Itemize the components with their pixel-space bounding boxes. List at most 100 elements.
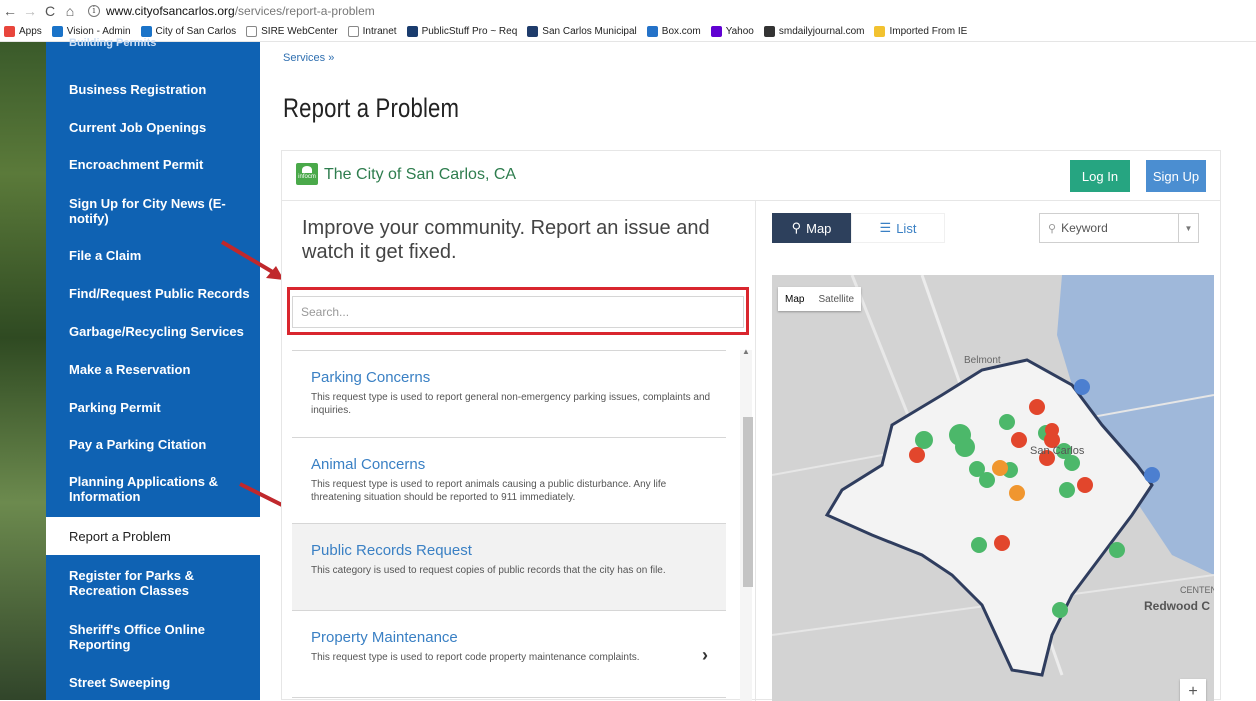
- chevron-right-icon: ›: [702, 645, 708, 665]
- category-description: This request type is used to report anim…: [311, 479, 667, 503]
- map-label-belmont: Belmont: [964, 355, 1001, 366]
- chevron-down-icon[interactable]: ▼: [1178, 214, 1198, 242]
- sidebar-item-label: Parking Permit: [69, 399, 161, 415]
- sidebar-item-current-job-openings[interactable]: Current Job Openings: [46, 117, 260, 137]
- reload-icon[interactable]: C: [40, 3, 60, 19]
- category-public-records-request[interactable]: Public Records Request This category is …: [292, 524, 726, 611]
- keyword-filter[interactable]: ⚲ Keyword ▼: [1039, 213, 1199, 243]
- bookmark-icon: [646, 26, 658, 37]
- sidebar-item-label: Building Permits: [69, 36, 157, 49]
- bookmark-item[interactable]: Box.com: [646, 26, 701, 37]
- sidebar-item-label: Report a Problem: [69, 528, 171, 544]
- bookmark-item[interactable]: PublicStuff Pro ~ Req: [406, 26, 518, 37]
- url-field[interactable]: i www.cityofsancarlos.org/services/repor…: [88, 4, 375, 18]
- sidebar-item-sheriff-reporting[interactable]: Sheriff's Office Online Reporting: [46, 620, 260, 654]
- report-widget: infocm The City of San Carlos, CA Log In…: [281, 150, 1221, 701]
- back-icon[interactable]: ←: [0, 3, 20, 19]
- bookmark-icon: [4, 26, 15, 37]
- sidebar-item-label: Make a Reservation: [69, 361, 191, 377]
- page-title: Report a Problem: [283, 93, 460, 123]
- sidebar-item-label: Garbage/Recycling Services: [69, 323, 244, 339]
- sidebar-item-label: Sign Up for City News (E-notify): [69, 196, 226, 226]
- bookmark-label: SIRE WebCenter: [261, 26, 338, 37]
- sidebar-item-encroachment-permit[interactable]: Encroachment Permit: [46, 154, 260, 174]
- info-icon[interactable]: i: [88, 5, 100, 17]
- breadcrumb[interactable]: Services »: [283, 52, 334, 64]
- bookmark-item[interactable]: San Carlos Municipal: [527, 26, 637, 37]
- sidebar-item-label: Planning Applications & Information: [69, 474, 219, 504]
- sidebar-item-enotify[interactable]: Sign Up for City News (E-notify): [46, 194, 260, 228]
- bookmark-icon: [527, 26, 539, 37]
- bookmark-item[interactable]: Intranet: [347, 26, 397, 37]
- annotation-arrow-search: [220, 240, 284, 280]
- scrollbar-thumb[interactable]: [743, 417, 753, 587]
- sidebar-item-building-permits[interactable]: Building Permits: [46, 36, 260, 50]
- category-description: This request type is used to report gene…: [311, 392, 711, 416]
- sidebar-item-planning-applications[interactable]: Planning Applications & Information: [46, 472, 260, 506]
- widget-header: infocm The City of San Carlos, CA Log In…: [282, 151, 1220, 201]
- bookmark-item[interactable]: Imported From IE: [874, 26, 967, 37]
- sidebar-item-pay-parking-citation[interactable]: Pay a Parking Citation: [46, 434, 260, 454]
- bookmark-icon: [347, 26, 359, 37]
- panel-divider: [755, 201, 756, 701]
- zoom-in-button[interactable]: +: [1180, 679, 1206, 701]
- map-marker-icon: ⚲: [791, 220, 802, 235]
- search-input[interactable]: Search...: [292, 296, 744, 328]
- category-title: Parking Concerns: [311, 369, 431, 386]
- sidebar-item-business-registration[interactable]: Business Registration: [46, 79, 260, 99]
- category-title: Public Records Request: [311, 542, 472, 559]
- sidebar-item-label: Street Sweeping: [69, 674, 171, 690]
- bookmark-label: PublicStuff Pro ~ Req: [421, 26, 518, 37]
- map-label-redwood-city: Redwood C: [1144, 599, 1210, 613]
- category-description: This request type is used to report code…: [311, 652, 640, 663]
- city-name: The City of San Carlos, CA: [324, 166, 517, 183]
- category-property-maintenance[interactable]: Property Maintenance This request type i…: [292, 611, 726, 698]
- bookmark-label: Yahoo: [725, 26, 754, 37]
- map-type-toggle[interactable]: Map Satellite: [778, 287, 862, 311]
- sidebar-item-label: Pay a Parking Citation: [69, 436, 207, 452]
- login-button[interactable]: Log In: [1070, 160, 1130, 192]
- scroll-up-icon[interactable]: ▲: [742, 347, 750, 356]
- bookmark-label: smdailyjournal.com: [778, 26, 865, 37]
- forward-icon[interactable]: →: [20, 3, 40, 19]
- category-animal-concerns[interactable]: Animal Concerns This request type is use…: [292, 438, 726, 524]
- map-type-map[interactable]: Map: [778, 287, 811, 311]
- bookmark-label: Imported From IE: [889, 26, 968, 37]
- bookmark-label: Apps: [19, 26, 42, 37]
- category-description: This category is used to request copies …: [311, 565, 666, 576]
- bookmark-item[interactable]: smdailyjournal.com: [763, 26, 865, 37]
- keyword-placeholder: Keyword: [1061, 221, 1108, 235]
- category-parking-concerns[interactable]: Parking Concerns This request type is us…: [292, 351, 726, 438]
- signup-button[interactable]: Sign Up: [1146, 160, 1206, 192]
- sidebar-item-parking-permit[interactable]: Parking Permit: [46, 397, 260, 417]
- category-title: Property Maintenance: [311, 629, 458, 646]
- sidebar-item-label: File a Claim: [69, 247, 142, 263]
- category-title: Animal Concerns: [311, 456, 426, 473]
- search-icon: ⚲: [1048, 222, 1057, 235]
- bookmark-label: Box.com: [661, 26, 701, 37]
- infocm-logo: infocm: [296, 163, 318, 185]
- services-sidebar: Building Permits Business Registration C…: [46, 37, 260, 700]
- sidebar-item-label: Current Job Openings: [69, 119, 207, 135]
- list-view-tab[interactable]: ☰ List: [851, 213, 945, 243]
- sidebar-item-garbage-recycling[interactable]: Garbage/Recycling Services: [46, 321, 260, 341]
- home-icon[interactable]: ⌂: [60, 3, 80, 19]
- map-view-tab[interactable]: ⚲ Map: [772, 213, 851, 243]
- map-label-centeni: CENTENI: [1180, 585, 1214, 595]
- sidebar-item-street-sweeping[interactable]: Street Sweeping: [46, 672, 260, 692]
- category-list: Parking Concerns This request type is us…: [292, 350, 726, 701]
- sidebar-item-report-a-problem[interactable]: Report a Problem: [46, 517, 260, 555]
- bookmark-label: Intranet: [362, 26, 397, 37]
- map-type-satellite[interactable]: Satellite: [811, 287, 861, 311]
- map-label-san-carlos: San Carlos: [1030, 445, 1085, 457]
- issues-map[interactable]: Map Satellite Belmont San Carlos CENTENI…: [772, 275, 1214, 701]
- bookmark-item[interactable]: Apps: [4, 26, 42, 37]
- bookmark-label: San Carlos Municipal: [542, 26, 637, 37]
- bookmark-icon: [406, 26, 418, 37]
- bookmark-item[interactable]: Yahoo: [710, 26, 754, 37]
- address-bar: ← → C ⌂ i www.cityofsancarlos.org/servic…: [0, 0, 1256, 22]
- sidebar-item-make-a-reservation[interactable]: Make a Reservation: [46, 359, 260, 379]
- sidebar-item-parks-recreation[interactable]: Register for Parks & Recreation Classes: [46, 566, 260, 600]
- map-canvas[interactable]: [772, 275, 1214, 701]
- list-icon: ☰: [879, 220, 892, 235]
